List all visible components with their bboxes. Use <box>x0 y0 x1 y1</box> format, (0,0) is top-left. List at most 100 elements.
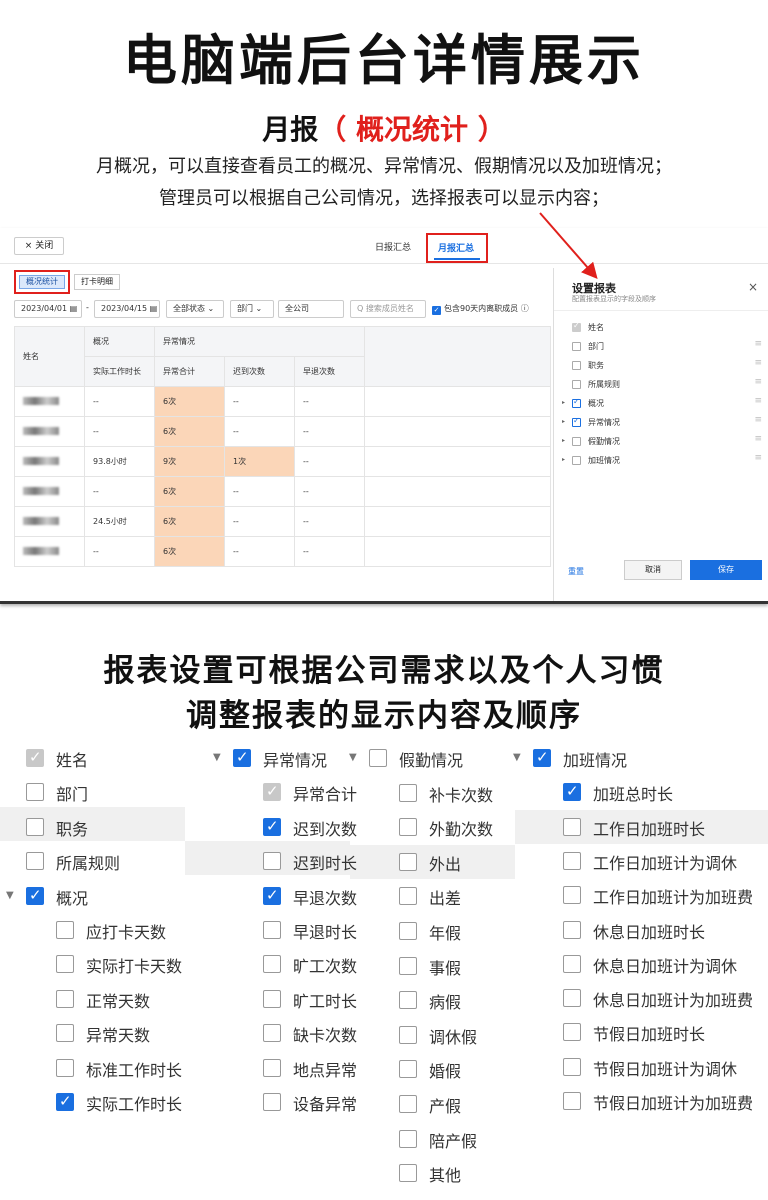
checkbox-icon[interactable] <box>572 456 581 465</box>
tab-monthly-highlight[interactable]: 月报汇总 <box>426 233 488 263</box>
collapse-arrow-icon[interactable]: ▼ <box>513 752 521 763</box>
checkbox-icon[interactable] <box>572 380 581 389</box>
checkbox-icon[interactable] <box>263 817 281 836</box>
checkbox-icon[interactable] <box>263 1024 281 1043</box>
collapse-arrow-icon[interactable]: ▼ <box>349 752 357 763</box>
panel-field-item[interactable]: ▸ 概况 ≡ <box>562 396 762 412</box>
report-screenshot: × 关闭 日报汇总 月报汇总 概况统计 打卡明细 2023/04/01 ▤ - … <box>0 228 768 604</box>
start-date-picker[interactable]: 2023/04/01 ▤ <box>14 300 82 318</box>
checkbox-icon[interactable] <box>263 1058 281 1077</box>
reset-button[interactable]: 重置 <box>568 566 584 577</box>
panel-field-item[interactable]: 部门 ≡ <box>562 339 762 355</box>
checkbox-icon[interactable] <box>56 921 74 939</box>
checkbox-icon[interactable] <box>263 955 281 974</box>
checkbox-icon[interactable] <box>56 989 74 1008</box>
checkbox-icon[interactable] <box>563 851 581 870</box>
checkbox-icon[interactable] <box>56 1058 74 1077</box>
checkbox-icon[interactable] <box>263 1093 281 1111</box>
checkbox-icon[interactable] <box>399 783 417 802</box>
member-search-input[interactable]: Q 搜索成员姓名 <box>350 300 426 318</box>
checkbox-icon[interactable] <box>563 817 581 836</box>
expand-arrow-icon[interactable]: ▸ <box>562 399 565 406</box>
expand-arrow-icon[interactable]: ▸ <box>562 418 565 425</box>
checkbox-icon[interactable] <box>399 887 417 906</box>
checkbox-icon[interactable] <box>399 1095 417 1113</box>
checkbox-icon[interactable] <box>263 852 281 871</box>
checkbox-icon[interactable] <box>399 1025 417 1044</box>
panel-field-item[interactable]: 所属规则 ≡ <box>562 377 762 393</box>
checkbox-icon[interactable] <box>399 818 417 837</box>
drag-handle-icon[interactable]: ≡ <box>754 434 762 444</box>
checkbox-icon[interactable] <box>563 989 581 1008</box>
end-date-picker[interactable]: 2023/04/15 ▤ <box>94 300 160 318</box>
checkbox-icon[interactable] <box>56 1024 74 1043</box>
checkbox-icon[interactable] <box>26 886 44 905</box>
checkbox-icon[interactable] <box>263 782 281 802</box>
collapse-arrow-icon[interactable]: ▼ <box>213 752 221 763</box>
department-select[interactable]: 部门 ⌄ <box>230 300 274 318</box>
checkbox-icon[interactable] <box>563 1057 581 1076</box>
checkbox-icon[interactable] <box>399 922 417 940</box>
subtab-punch-detail[interactable]: 打卡明细 <box>74 274 120 290</box>
expand-arrow-icon[interactable]: ▸ <box>562 437 565 444</box>
checkbox-icon[interactable] <box>563 1092 581 1110</box>
checkbox-icon[interactable] <box>399 956 417 975</box>
checkbox-checked-icon[interactable]: ✓ <box>432 306 441 315</box>
tab-daily-summary[interactable]: 日报汇总 <box>375 240 411 253</box>
checkbox-icon[interactable] <box>533 748 551 767</box>
expand-arrow-icon[interactable]: ▸ <box>562 456 565 463</box>
panel-field-item[interactable]: ▸ 加班情况 ≡ <box>562 453 762 469</box>
drag-handle-icon[interactable]: ≡ <box>754 358 762 368</box>
checkbox-icon[interactable] <box>399 1164 417 1183</box>
option-label: 旷工次数 <box>293 957 358 977</box>
checkbox-icon[interactable] <box>233 748 251 767</box>
drag-handle-icon[interactable]: ≡ <box>754 339 762 349</box>
checkbox-icon[interactable] <box>572 321 581 332</box>
checkbox-icon[interactable] <box>263 989 281 1008</box>
panel-field-item[interactable]: 职务 ≡ <box>562 358 762 374</box>
checkbox-icon[interactable] <box>263 921 281 939</box>
company-select[interactable]: 全公司 <box>278 300 344 318</box>
checkbox-icon[interactable] <box>56 955 74 974</box>
panel-field-item[interactable]: 姓名 <box>562 320 762 336</box>
subtab-summary[interactable]: 概况统计 <box>19 275 65 289</box>
checkbox-icon[interactable] <box>563 1023 581 1042</box>
include-resigned-checkbox[interactable]: ✓ 包含90天内离职成员 ⓘ <box>432 303 529 315</box>
checkbox-icon[interactable] <box>572 437 581 446</box>
drag-handle-icon[interactable]: ≡ <box>754 453 762 463</box>
cancel-button[interactable]: 取消 <box>624 560 682 580</box>
checkbox-icon[interactable] <box>572 342 581 351</box>
checkbox-icon[interactable] <box>563 920 581 939</box>
drag-handle-icon[interactable]: ≡ <box>754 415 762 425</box>
checkbox-icon[interactable] <box>399 1129 417 1148</box>
checkbox-icon[interactable] <box>563 782 581 802</box>
checkbox-icon[interactable] <box>399 991 417 1010</box>
checkbox-icon[interactable] <box>56 1092 74 1111</box>
collapse-arrow-icon[interactable]: ▼ <box>6 890 14 901</box>
checkbox-icon[interactable] <box>563 886 581 905</box>
checkbox-icon[interactable] <box>26 783 44 802</box>
table-row: -- 6次 -- -- <box>14 416 551 447</box>
checkbox-icon[interactable] <box>263 886 281 905</box>
checkbox-icon[interactable] <box>26 852 44 871</box>
checkbox-icon[interactable] <box>572 361 581 370</box>
subtab-summary-highlight[interactable]: 概况统计 <box>14 270 70 294</box>
panel-field-item[interactable]: ▸ 假勤情况 ≡ <box>562 434 762 450</box>
checkbox-icon[interactable] <box>572 416 581 427</box>
panel-close-icon[interactable]: × <box>748 280 758 294</box>
checkbox-icon[interactable] <box>572 397 581 408</box>
checkbox-icon[interactable] <box>563 954 581 973</box>
checkbox-icon[interactable] <box>399 852 417 871</box>
option-label: 调休假 <box>429 1027 478 1047</box>
checkbox-icon[interactable] <box>26 748 44 767</box>
close-button[interactable]: × 关闭 <box>14 237 64 255</box>
drag-handle-icon[interactable]: ≡ <box>754 377 762 387</box>
status-select[interactable]: 全部状态 ⌄ <box>166 300 224 318</box>
checkbox-icon[interactable] <box>369 749 387 767</box>
save-button[interactable]: 保存 <box>690 560 762 580</box>
panel-field-item[interactable]: ▸ 异常情况 ≡ <box>562 415 762 431</box>
tab-monthly-summary[interactable]: 月报汇总 <box>438 241 474 254</box>
drag-handle-icon[interactable]: ≡ <box>754 396 762 406</box>
checkbox-icon[interactable] <box>26 817 44 836</box>
checkbox-icon[interactable] <box>399 1060 417 1079</box>
